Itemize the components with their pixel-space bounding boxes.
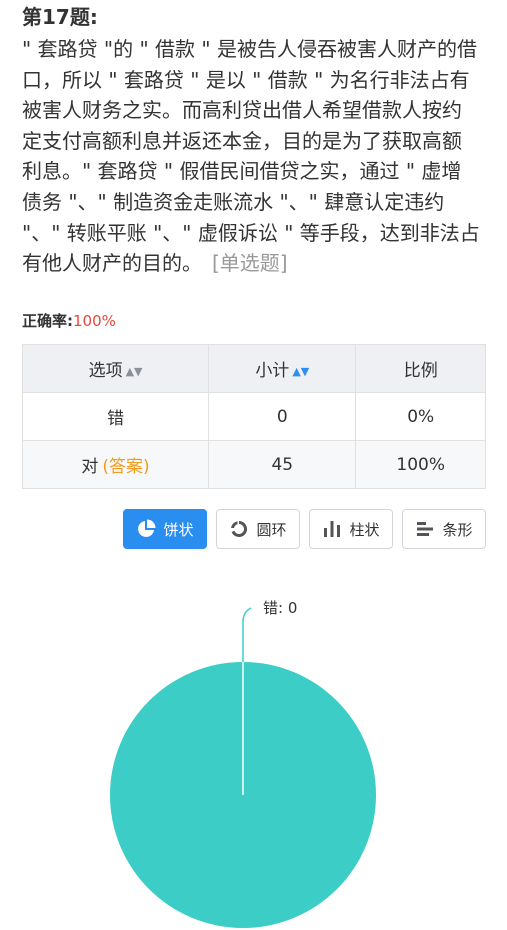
column-chart-button[interactable]: 柱状: [309, 509, 393, 549]
question-line: 口，所以 " 套路贷 " 是以 " 借款 " 为名行非法占有: [22, 67, 470, 92]
count-cell: 45: [208, 440, 357, 489]
pie-icon: [138, 519, 156, 537]
label-leader-line: [242, 607, 252, 662]
count-cell: 0: [208, 392, 357, 441]
bar-chart-button[interactable]: 条形: [402, 509, 486, 549]
pie-chart-button-label: 饼状: [163, 520, 194, 539]
ratio-header: 比例: [355, 344, 486, 393]
table-row: 对 (答案) 45 100%: [21, 440, 486, 489]
option-cell: 错: [21, 392, 210, 441]
ratio-cell: 100%: [355, 440, 486, 489]
option-header[interactable]: 选项 ▲▼: [21, 344, 210, 393]
question-line: 债务 "、" 制造资金走账流水 "、" 肆意认定违约: [22, 189, 445, 214]
count-header[interactable]: 小计 ▲▼: [208, 344, 357, 393]
question-line: " 套路贷 "的 " 借款 " 是被告人侵吞被害人财产的借: [22, 37, 477, 61]
option-header-label: 选项: [88, 361, 123, 381]
accuracy-value: 100%: [73, 312, 116, 330]
count-header-label: 小计: [255, 361, 290, 381]
table-row: 错 0 0%: [21, 392, 486, 441]
result-table: 选项 ▲▼ 小计 ▲▼ 比例 错 0 0% 对 (答案) 45 100%: [21, 344, 486, 489]
accuracy-label: 正确率:: [22, 312, 73, 330]
donut-chart-button[interactable]: 圆环: [216, 509, 300, 549]
column-chart-button-label: 柱状: [349, 520, 380, 539]
accuracy-row: 正确率:100%: [22, 310, 116, 332]
bar-chart-icon: [324, 521, 341, 537]
ratio-header-label: 比例: [403, 361, 438, 381]
question-line: 有他人财产的目的。: [22, 251, 202, 276]
data-label: 错: 0: [263, 599, 297, 617]
pie-chart-button[interactable]: 饼状: [123, 509, 207, 549]
question-line-last: 有他人财产的目的。 [单选题]: [22, 248, 492, 279]
sort-icon[interactable]: ▲▼: [126, 365, 143, 378]
donut-chart-button-label: 圆环: [256, 520, 287, 539]
bar-chart-button-label: 条形: [442, 520, 473, 539]
question-line: "、" 转账平账 "、" 虚假诉讼 " 等手段，达到非法占: [22, 220, 480, 245]
question-line: 被害人财务之实。而高利贷出借人希望借款人按约: [22, 98, 462, 123]
question-text: " 套路贷 "的 " 借款 " 是被告人侵吞被害人财产的借 口，所以 " 套路贷…: [22, 34, 492, 279]
pie-chart: 错: 0: [110, 599, 376, 928]
question-type-tag: [单选题]: [212, 251, 288, 276]
table-header-row: 选项 ▲▼ 小计 ▲▼ 比例: [21, 344, 486, 393]
ratio-cell: 0%: [355, 392, 486, 441]
option-cell: 对 (答案): [21, 440, 210, 489]
sort-icon[interactable]: ▲▼: [292, 365, 309, 378]
answer-tag: (答案): [102, 457, 150, 477]
bar-horizontal-icon: [417, 522, 434, 536]
option-label: 对: [81, 457, 99, 477]
donut-icon: [231, 521, 248, 537]
question-line: 利息。" 套路贷 " 假借民间借贷之实，通过 " 虚增: [22, 159, 462, 184]
question-line: 定支付高额利息并返还本金，目的是为了获取高额: [22, 128, 462, 153]
question-number: 第17题:: [22, 5, 98, 29]
